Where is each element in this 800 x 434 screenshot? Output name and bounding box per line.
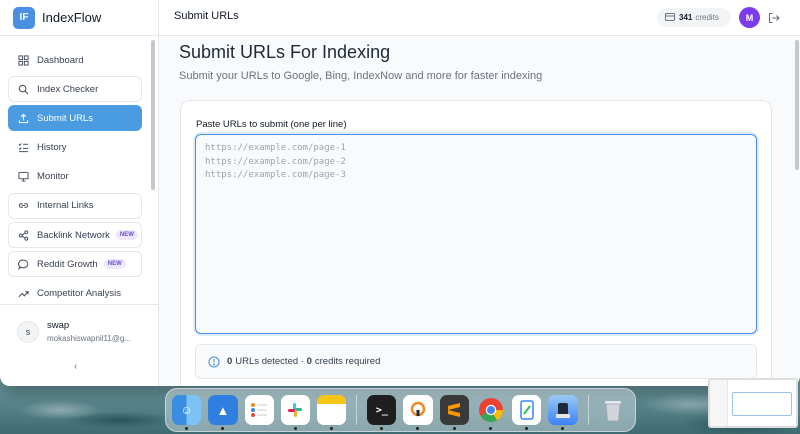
search-icon — [17, 83, 29, 95]
sidebar-item-index-checker[interactable]: Index Checker — [8, 76, 142, 103]
sidebar-item-internal-links[interactable]: Internal Links — [8, 192, 142, 219]
sidebar-item-label: Backlink Network — [37, 229, 110, 241]
share-icon — [17, 229, 29, 241]
sidebar-item-label: Index Checker — [37, 83, 99, 95]
sidebar-item-label: Submit URLs — [37, 112, 93, 124]
user-name: swap — [47, 320, 70, 331]
credit-card-icon — [665, 12, 675, 23]
credits-required-count: 0 — [306, 356, 312, 367]
sidebar-item-submit-urls[interactable]: Submit URLs — [8, 105, 142, 132]
new-badge: NEW — [103, 259, 126, 270]
sidebar-scrollbar[interactable] — [151, 40, 155, 190]
collapse-sidebar-button[interactable]: ‹ — [74, 361, 77, 372]
sublime-icon[interactable] — [439, 395, 469, 430]
grid-icon — [17, 54, 29, 66]
window-thumbnail[interactable] — [708, 378, 798, 428]
sidebar-item-label: History — [37, 142, 67, 154]
credits-value: 341 — [679, 13, 693, 22]
user-profile[interactable]: s swap mokashiswapnil11@g... — [17, 320, 131, 343]
brand-logo: IF — [13, 6, 35, 29]
urls-detected-count: 0 — [227, 356, 233, 367]
sidebar-item-label: Monitor — [37, 171, 69, 183]
page-subtitle: Submit your URLs to Google, Bing, IndexN… — [179, 70, 543, 82]
checklist-icon — [17, 142, 29, 154]
main-scrollbar[interactable] — [795, 40, 799, 170]
simulator-icon[interactable] — [548, 395, 578, 430]
upload-icon — [17, 112, 29, 124]
info-icon — [208, 355, 220, 368]
sidebar-item-label: Competitor Analysis — [37, 288, 121, 299]
terminal-icon[interactable]: >_ — [367, 395, 397, 430]
sidebar-divider — [0, 304, 158, 305]
detection-summary: 0 URLs detected · 0 credits required — [195, 344, 757, 379]
urls-detected-text: URLs detected · — [235, 356, 307, 367]
monitor-icon — [17, 171, 29, 183]
main-content: Submit URLs For Indexing Submit your URL… — [159, 37, 800, 386]
chrome-icon[interactable] — [476, 395, 505, 430]
sidebar-item-history[interactable]: History — [8, 135, 142, 161]
urls-textarea[interactable]: https://example.com/page-1 https://examp… — [195, 134, 757, 334]
finder-icon[interactable]: ☺ — [172, 395, 202, 430]
user-email: mokashiswapnil11@g... — [47, 334, 132, 343]
brand: IF IndexFlow — [0, 0, 158, 36]
app-window: IF IndexFlow Dashboard Index Checker Sub… — [0, 0, 800, 386]
sidebar-item-label: Dashboard — [37, 54, 84, 66]
vpn-icon[interactable] — [403, 395, 433, 430]
sidebar-item-monitor[interactable]: Monitor — [8, 164, 142, 190]
trend-icon — [17, 288, 29, 300]
phone-mirror-icon[interactable] — [512, 395, 542, 430]
link-icon — [17, 200, 29, 212]
trash-icon[interactable] — [599, 395, 628, 425]
credits-required-text: credits required — [314, 356, 381, 367]
sidebar-item-backlink-network[interactable]: Backlink Network NEW — [8, 222, 142, 249]
notes-icon[interactable] — [317, 395, 347, 430]
sidebar-item-reddit-growth[interactable]: Reddit Growth NEW — [8, 251, 142, 278]
sidebar-item-label: Reddit Growth — [37, 258, 98, 270]
user-avatar-button[interactable]: M — [739, 7, 760, 28]
brand-name: IndexFlow — [42, 10, 102, 25]
slack-icon[interactable] — [280, 395, 310, 430]
page-title: Submit URLs For Indexing — [179, 42, 391, 62]
sidebar-item-dashboard[interactable]: Dashboard — [8, 47, 142, 73]
logout-icon[interactable] — [768, 11, 780, 24]
urls-field-label: Paste URLs to submit (one per line) — [196, 119, 347, 130]
keynote-icon[interactable]: ▲ — [208, 395, 238, 430]
credits-label: credits — [695, 13, 719, 22]
credits-badge[interactable]: 341 credits — [657, 8, 731, 27]
top-header: Submit URLs 341 credits M — [159, 0, 800, 36]
reminders-icon[interactable] — [244, 395, 274, 425]
sidebar-item-label: Internal Links — [37, 200, 94, 212]
page-header-title: Submit URLs — [174, 10, 239, 22]
sidebar: IF IndexFlow Dashboard Index Checker Sub… — [0, 0, 159, 386]
submit-card: Paste URLs to submit (one per line) http… — [180, 100, 772, 386]
thumbnail-content — [732, 392, 792, 416]
chat-icon — [17, 258, 29, 270]
avatar: s — [17, 320, 39, 343]
thumbnail-sidebar — [710, 380, 728, 426]
new-badge: NEW — [115, 230, 138, 241]
sidebar-item-competitor-analysis[interactable]: Competitor Analysis — [8, 281, 142, 307]
dock-separator — [587, 395, 589, 425]
dock: ☺ ▲ >_ — [165, 388, 636, 432]
dock-separator — [356, 395, 358, 425]
sidebar-nav: Dashboard Index Checker Submit URLs Hist… — [8, 47, 142, 310]
